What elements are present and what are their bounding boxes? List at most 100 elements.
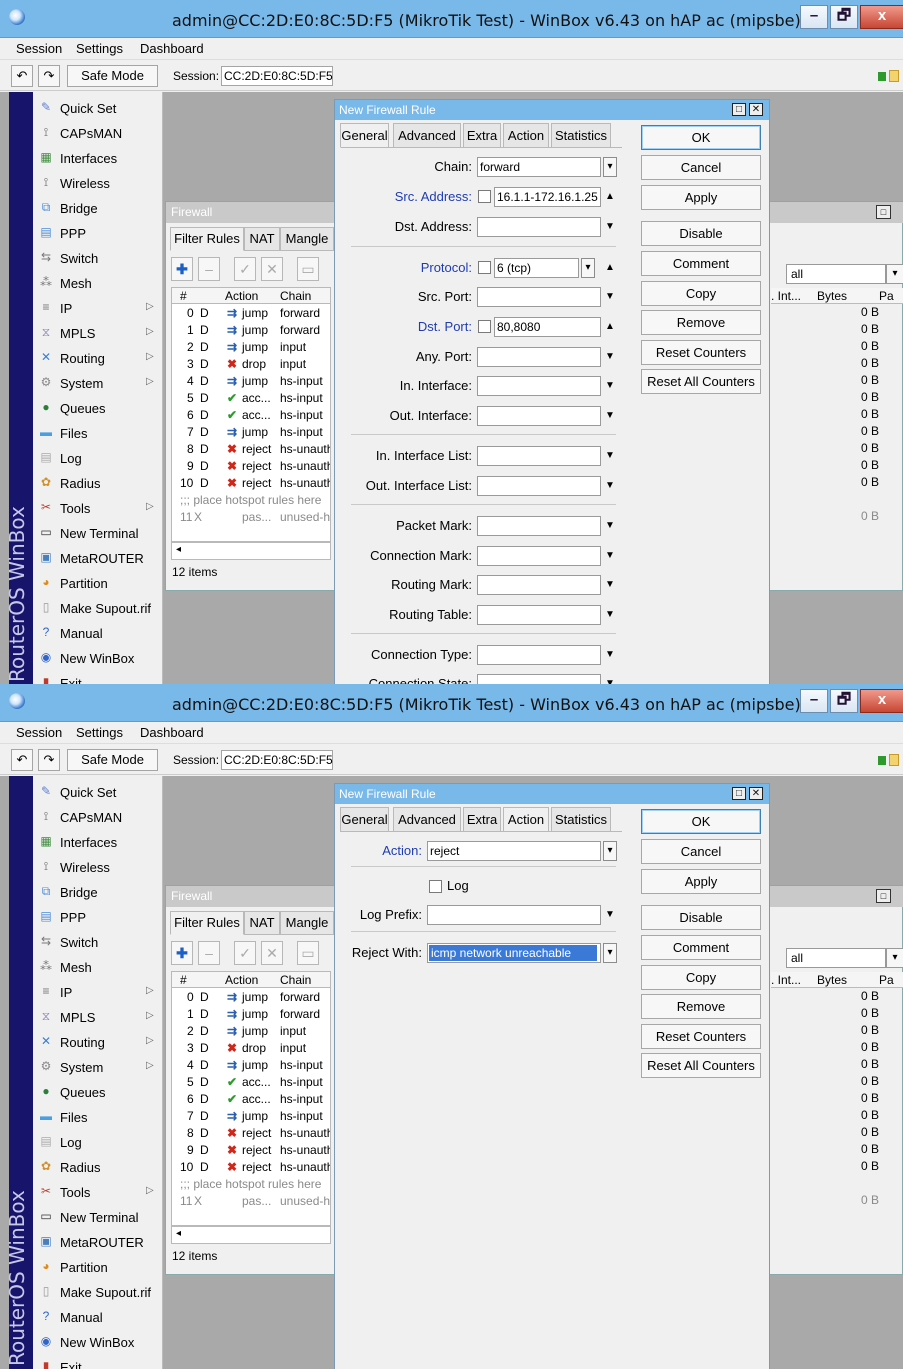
table-row[interactable]: 5 Dacc... hs-input ✔	[172, 390, 330, 407]
sidebar-item-tools[interactable]: ✂ Tools ▷	[33, 496, 163, 521]
sidebar-item-ppp[interactable]: ▤ PPP	[33, 905, 163, 930]
comment-button[interactable]: Comment	[641, 935, 761, 960]
connection-state-field[interactable]	[477, 674, 601, 684]
minimize-button[interactable]: –	[800, 5, 828, 29]
menu-session[interactable]: Session	[16, 41, 62, 56]
routing-mark-field[interactable]	[477, 575, 601, 595]
add-icon[interactable]: ✚	[171, 941, 193, 965]
table-row[interactable]: 3 Ddrop input ✖	[172, 1040, 330, 1057]
sidebar-item-interfaces[interactable]: ▦ Interfaces	[33, 830, 163, 855]
sidebar-item-make-supout-rif[interactable]: ▯ Make Supout.rif	[33, 596, 163, 621]
dst-port-collapse-icon[interactable]: ▲	[603, 317, 617, 337]
tab-mangle[interactable]: Mangle	[280, 227, 334, 251]
protocol-field[interactable]: 6 (tcp)	[494, 258, 579, 278]
filter-dropdown-icon[interactable]: ▾	[886, 948, 903, 968]
sidebar-item-new-winbox[interactable]: ◉ New WinBox	[33, 1330, 163, 1355]
remove-button[interactable]: Remove	[641, 310, 761, 335]
tab-extra[interactable]: Extra	[463, 807, 501, 832]
table-row[interactable]: 2 Djump input ⇉	[172, 1023, 330, 1040]
reset-counters-button[interactable]: Reset Counters	[641, 340, 761, 365]
any-port-expand-icon[interactable]: ▼	[603, 347, 617, 367]
sidebar-item-mpls[interactable]: ⧖ MPLS ▷	[33, 1005, 163, 1030]
routing-mark-expand-icon[interactable]: ▼	[603, 575, 617, 595]
col-action[interactable]: Action	[225, 973, 258, 987]
sidebar-item-files[interactable]: ▬ Files	[33, 421, 163, 446]
sidebar-item-metarouter[interactable]: ▣ MetaROUTER	[33, 546, 163, 571]
filter-select[interactable]: all	[786, 948, 886, 968]
sidebar-item-exit[interactable]: ▮ Exit	[33, 1355, 163, 1369]
dst-port-field[interactable]: 80,8080	[494, 317, 601, 337]
src-address-negate-checkbox[interactable]	[478, 190, 491, 203]
disable-icon[interactable]: ✕	[261, 941, 283, 965]
horizontal-scrollbar[interactable]: ◂	[171, 1226, 331, 1244]
sidebar-item-routing[interactable]: ✕ Routing ▷	[33, 346, 163, 371]
tab-nat[interactable]: NAT	[244, 911, 280, 935]
any-port-field[interactable]	[477, 347, 601, 367]
col-bytes[interactable]: Bytes	[817, 289, 847, 303]
sidebar-item-manual[interactable]: ? Manual	[33, 621, 163, 646]
ok-button[interactable]: OK	[641, 125, 761, 150]
sidebar-item-partition[interactable]: ◕ Partition	[33, 571, 163, 596]
routing-table-expand-icon[interactable]: ▼	[603, 605, 617, 625]
minimize-button[interactable]: –	[800, 689, 828, 713]
disable-icon[interactable]: ✕	[261, 257, 283, 281]
in-interface-list-expand-icon[interactable]: ▼	[603, 446, 617, 466]
redo-button[interactable]: ↷	[38, 65, 60, 87]
sidebar-item-new-terminal[interactable]: ▭ New Terminal	[33, 521, 163, 546]
sidebar-item-wireless[interactable]: ⟟ Wireless	[33, 171, 163, 196]
col-bytes[interactable]: Bytes	[817, 973, 847, 987]
safe-mode-button[interactable]: Safe Mode	[67, 749, 158, 771]
restore-icon[interactable]: □	[876, 205, 891, 219]
reset-counters-button[interactable]: Reset Counters	[641, 1024, 761, 1049]
connection-state-expand-icon[interactable]: ▼	[603, 674, 617, 684]
safe-mode-button[interactable]: Safe Mode	[67, 65, 158, 87]
src-address-field[interactable]: 16.1.1-172.16.1.25	[494, 187, 601, 207]
sidebar-item-manual[interactable]: ? Manual	[33, 1305, 163, 1330]
sidebar-item-radius[interactable]: ✿ Radius	[33, 1155, 163, 1180]
col-num[interactable]: #	[180, 973, 187, 987]
sidebar-item-partition[interactable]: ◕ Partition	[33, 1255, 163, 1280]
undo-button[interactable]: ↶	[11, 65, 33, 87]
chain-dropdown-icon[interactable]: ▾	[603, 157, 617, 177]
tab-nat[interactable]: NAT	[244, 227, 280, 251]
table-row[interactable]: 0 Djump forward ⇉	[172, 305, 330, 322]
tab-filter-rules[interactable]: Filter Rules	[170, 911, 244, 935]
connection-mark-expand-icon[interactable]: ▼	[603, 546, 617, 566]
redo-button[interactable]: ↷	[38, 749, 60, 771]
table-row[interactable]: 7 Djump hs-input ⇉	[172, 1108, 330, 1125]
tab-mangle[interactable]: Mangle	[280, 911, 334, 935]
sidebar-item-new-terminal[interactable]: ▭ New Terminal	[33, 1205, 163, 1230]
sidebar-item-capsman[interactable]: ⟟ CAPsMAN	[33, 121, 163, 146]
dialog-title[interactable]: New Firewall Rule	[335, 100, 769, 120]
close-button[interactable]: x	[860, 5, 903, 29]
sidebar-item-make-supout-rif[interactable]: ▯ Make Supout.rif	[33, 1280, 163, 1305]
table-row[interactable]: 5 Dacc... hs-input ✔	[172, 1074, 330, 1091]
col-int[interactable]: . Int...	[771, 973, 801, 987]
remove-button[interactable]: Remove	[641, 994, 761, 1019]
table-row-disabled[interactable]: 11 Xpas... unused-h	[172, 1193, 330, 1210]
tab-statistics[interactable]: Statistics	[551, 123, 611, 148]
reject-with-field[interactable]: icmp network unreachable	[427, 943, 601, 963]
dst-address-field[interactable]	[477, 217, 601, 237]
sidebar-item-bridge[interactable]: ⧉ Bridge	[33, 196, 163, 221]
in-interface-field[interactable]	[477, 376, 601, 396]
sidebar-item-ppp[interactable]: ▤ PPP	[33, 221, 163, 246]
comment-icon[interactable]: ▭	[297, 257, 319, 281]
add-icon[interactable]: ✚	[171, 257, 193, 281]
sidebar-item-mesh[interactable]: ⁂ Mesh	[33, 271, 163, 296]
sidebar-item-log[interactable]: ▤ Log	[33, 1130, 163, 1155]
tab-advanced[interactable]: Advanced	[393, 807, 461, 832]
log-checkbox[interactable]	[429, 880, 442, 893]
protocol-dropdown-icon[interactable]: ▾	[581, 258, 595, 278]
sidebar-item-ip[interactable]: ≡ IP ▷	[33, 980, 163, 1005]
sidebar-item-exit[interactable]: ▮ Exit	[33, 671, 163, 684]
dialog-restore-icon[interactable]: □	[732, 103, 746, 116]
table-row[interactable]: 2 Djump input ⇉	[172, 339, 330, 356]
connection-mark-field[interactable]	[477, 546, 601, 566]
table-row[interactable]: 10 Dreject hs-unauth ✖	[172, 475, 330, 492]
sidebar-item-system[interactable]: ⚙ System ▷	[33, 371, 163, 396]
in-interface-expand-icon[interactable]: ▼	[603, 376, 617, 396]
sidebar-item-switch[interactable]: ⇆ Switch	[33, 246, 163, 271]
session-field[interactable]: CC:2D:E0:8C:5D:F5	[221, 66, 333, 86]
comment-button[interactable]: Comment	[641, 251, 761, 276]
